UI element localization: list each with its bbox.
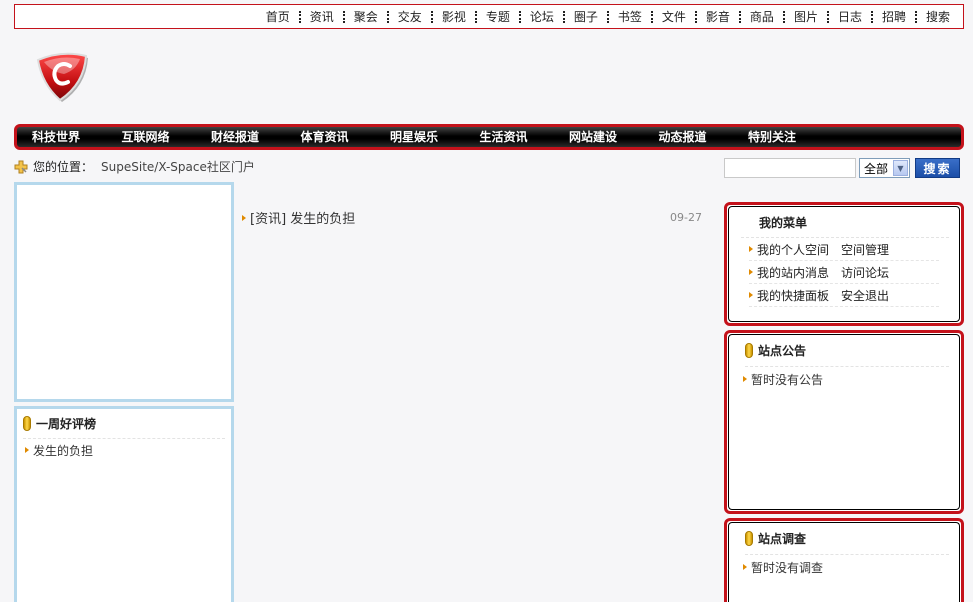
poll-header: 站点调查	[745, 523, 949, 555]
top-links-bar: 首页 资讯 聚会 交友 影视 专题 论坛 圈子 书签 文件 影音 商品 图片 日志 招聘 搜索	[14, 4, 964, 29]
location-path[interactable]: SupeSite/X-Space社区门户	[101, 158, 255, 175]
article-date: 09-27	[670, 211, 702, 224]
bullet-arrow-icon	[25, 447, 29, 453]
menu-link[interactable]: 我的站内消息	[757, 264, 841, 281]
left-feature-box	[14, 182, 234, 402]
menu-row: 我的个人空间 空间管理	[749, 238, 939, 261]
top-link[interactable]: 聚会	[351, 9, 381, 25]
notice-box: 站点公告 暂时没有公告	[724, 330, 964, 514]
site-logo[interactable]	[34, 50, 90, 102]
location-label: 您的位置：	[33, 160, 94, 174]
menu-row: 我的快捷面板 安全退出	[749, 284, 939, 307]
nav-item[interactable]: 互联网络	[122, 129, 212, 145]
list-item: 暂时没有调查	[743, 555, 959, 579]
top-link[interactable]: 专题	[483, 9, 513, 25]
link-separator	[694, 11, 697, 23]
search-scope-select[interactable]: 全部 ▼	[859, 158, 910, 178]
nav-item[interactable]: 体育资讯	[301, 129, 391, 145]
link-separator	[870, 11, 873, 23]
top-links: 首页 资讯 聚会 交友 影视 专题 论坛 圈子 书签 文件 影音 商品 图片 日志 招聘 搜索	[263, 9, 953, 25]
nav-item[interactable]: 网站建设	[569, 129, 659, 145]
notice-header: 站点公告	[745, 335, 949, 367]
poll-title: 站点调查	[758, 532, 807, 546]
top-link[interactable]: 图片	[791, 9, 821, 25]
notice-empty-text: 暂时没有公告	[751, 372, 824, 387]
chevron-down-icon[interactable]: ▼	[893, 160, 908, 176]
main-nav: 科技世界 互联网络 财经报道 体育资讯 明星娱乐 生活资讯 网站建设 动态报道 特别关注	[14, 124, 964, 150]
link-separator	[386, 11, 389, 23]
menu-link[interactable]: 空间管理	[841, 241, 889, 258]
top-link[interactable]: 搜索	[923, 9, 953, 25]
link-separator	[826, 11, 829, 23]
nav-item[interactable]: 生活资讯	[480, 129, 570, 145]
link-separator	[782, 11, 785, 23]
link-separator	[430, 11, 433, 23]
top-link[interactable]: 交友	[395, 9, 425, 25]
nav-item[interactable]: 科技世界	[32, 129, 122, 145]
top-link[interactable]: 书签	[615, 9, 645, 25]
title-pill-icon	[745, 531, 753, 546]
bullet-arrow-icon	[749, 269, 753, 275]
menu-link[interactable]: 访问论坛	[841, 264, 889, 281]
link-separator	[606, 11, 609, 23]
top-link[interactable]: 资讯	[307, 9, 337, 25]
top-link[interactable]: 圈子	[571, 9, 601, 25]
rank-title: 一周好评榜	[36, 417, 97, 431]
my-menu-box: 我的菜单 我的个人空间 空间管理 我的站内消息 访问论坛 我的快捷面板 安全退出	[724, 202, 964, 326]
list-item: 暂时没有公告	[743, 367, 959, 391]
rank-item-title[interactable]: 发生的负担	[33, 442, 93, 459]
menu-link[interactable]: 我的个人空间	[757, 241, 841, 258]
top-link[interactable]: 首页	[263, 9, 293, 25]
top-link[interactable]: 论坛	[527, 9, 557, 25]
title-pill-icon	[745, 343, 753, 358]
article-title[interactable]: [资讯] 发生的负担	[250, 208, 355, 227]
top-link[interactable]: 商品	[747, 9, 777, 25]
weekly-rank-box: 一周好评榜 发生的负担	[14, 406, 234, 602]
link-separator	[738, 11, 741, 23]
top-link[interactable]: 日志	[835, 9, 865, 25]
link-separator	[914, 11, 917, 23]
bullet-arrow-icon	[743, 564, 747, 570]
breadcrumb: 您的位置： SupeSite/X-Space社区门户	[14, 158, 255, 175]
rank-header: 一周好评榜	[23, 409, 225, 439]
search-button[interactable]: 搜索	[915, 158, 960, 178]
top-link[interactable]: 影视	[439, 9, 469, 25]
poll-box: 站点调查 暂时没有调查	[724, 518, 964, 602]
nav-item[interactable]: 明星娱乐	[390, 129, 480, 145]
article-row[interactable]: [资讯] 发生的负担 09-27	[242, 208, 702, 227]
list-item[interactable]: 发生的负担	[25, 439, 231, 461]
link-separator	[474, 11, 477, 23]
bullet-arrow-icon	[743, 376, 747, 382]
search-input[interactable]	[724, 158, 856, 178]
menu-header: 我的菜单	[741, 207, 949, 238]
menu-title: 我的菜单	[759, 215, 808, 230]
poll-empty-text: 暂时没有调查	[751, 560, 824, 575]
link-separator	[650, 11, 653, 23]
notice-title: 站点公告	[758, 344, 807, 358]
title-pill-icon	[23, 416, 31, 431]
nav-item[interactable]: 特别关注	[748, 129, 838, 145]
link-separator	[562, 11, 565, 23]
bullet-arrow-icon	[749, 292, 753, 298]
menu-link[interactable]: 我的快捷面板	[757, 287, 841, 304]
nav-item[interactable]: 财经报道	[211, 129, 301, 145]
link-separator	[298, 11, 301, 23]
link-separator	[518, 11, 521, 23]
search-form: 全部 ▼ 搜索	[724, 158, 960, 178]
nav-item[interactable]: 动态报道	[659, 129, 749, 145]
top-link[interactable]: 文件	[659, 9, 689, 25]
link-separator	[342, 11, 345, 23]
location-cross-icon	[14, 160, 28, 173]
bullet-arrow-icon	[242, 214, 246, 221]
top-link[interactable]: 招聘	[879, 9, 909, 25]
search-scope-value: 全部	[864, 161, 889, 176]
menu-row: 我的站内消息 访问论坛	[749, 261, 939, 284]
bullet-arrow-icon	[749, 246, 753, 252]
top-link[interactable]: 影音	[703, 9, 733, 25]
menu-link[interactable]: 安全退出	[841, 287, 889, 304]
